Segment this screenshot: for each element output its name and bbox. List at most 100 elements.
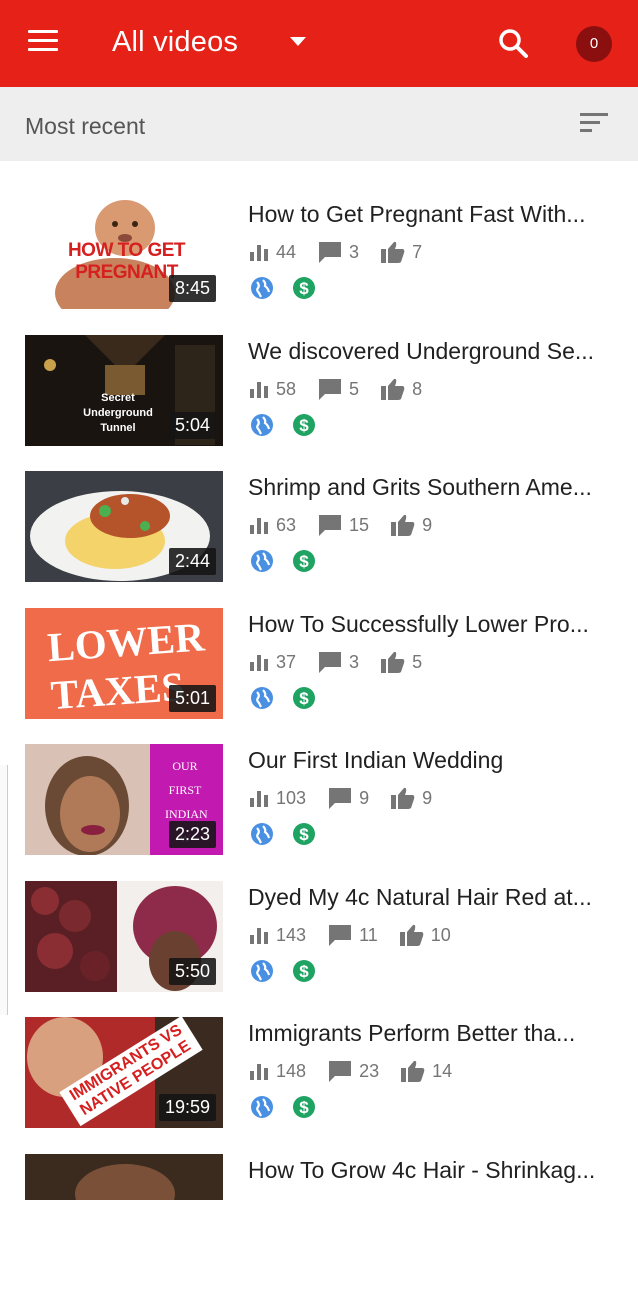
likes-count: 10 xyxy=(430,924,451,945)
video-title[interactable]: How To Successfully Lower Pro... xyxy=(248,611,618,638)
comment-bubble-icon xyxy=(329,788,352,809)
comments-stat: 3 xyxy=(317,650,359,674)
video-duration: 5:01 xyxy=(168,685,216,712)
video-badges: $ xyxy=(250,549,330,573)
likes-stat: 10 xyxy=(399,923,451,947)
comments-count: 15 xyxy=(349,514,370,535)
video-badges: $ xyxy=(250,413,330,437)
video-list-item[interactable]: 2:44 Shrimp and Grits Southern Ame... 63… xyxy=(0,471,638,607)
video-stats: 143 11 10 xyxy=(248,923,467,947)
bar-chart-icon xyxy=(250,1064,268,1080)
video-thumbnail[interactable]: OUR FIRST INDIAN W 2:23 xyxy=(25,744,223,855)
likes-stat: 14 xyxy=(400,1059,452,1083)
video-title[interactable]: How to Get Pregnant Fast With... xyxy=(248,201,618,228)
menu-icon[interactable] xyxy=(28,30,58,56)
likes-stat: 7 xyxy=(380,240,422,264)
comments-stat: 23 xyxy=(327,1059,379,1083)
video-list-item[interactable]: IMMIGRANTS VS NATIVE PEOPLE 19:59 Immigr… xyxy=(0,1017,638,1153)
video-thumbnail[interactable]: 2:44 xyxy=(25,471,223,582)
video-title[interactable]: Immigrants Perform Better tha... xyxy=(248,1020,618,1047)
comments-stat: 15 xyxy=(317,513,369,537)
video-stats: 44 3 7 xyxy=(248,240,438,264)
views-count: 143 xyxy=(276,924,307,945)
video-thumbnail[interactable]: HOW TO GET PREGNANT 8:45 xyxy=(25,198,223,309)
globe-icon xyxy=(251,960,273,982)
video-list-item[interactable]: OUR FIRST INDIAN W 2:23 Our First Indian… xyxy=(0,744,638,880)
video-thumbnail[interactable]: 5:50 xyxy=(25,881,223,992)
video-duration: 5:50 xyxy=(168,958,216,985)
video-list-item[interactable]: 5:50 Dyed My 4c Natural Hair Red at... 1… xyxy=(0,881,638,1017)
dollar-icon: $ xyxy=(293,960,316,982)
svg-text:$: $ xyxy=(300,825,310,844)
svg-text:$: $ xyxy=(300,279,310,298)
dollar-icon: $ xyxy=(293,550,316,572)
video-duration: 2:23 xyxy=(168,821,216,848)
video-thumbnail[interactable] xyxy=(25,1154,223,1200)
video-title[interactable]: Shrimp and Grits Southern Ame... xyxy=(248,474,618,501)
chevron-down-icon[interactable] xyxy=(286,30,310,54)
page-title[interactable]: All videos xyxy=(112,26,238,59)
sort-icon[interactable] xyxy=(578,110,610,139)
dollar-icon: $ xyxy=(293,823,316,845)
search-icon[interactable] xyxy=(496,26,530,60)
dollar-icon: $ xyxy=(293,277,316,299)
globe-icon xyxy=(251,1096,273,1118)
video-thumbnail[interactable]: Secret Underground Tunnel 5:04 xyxy=(25,335,223,446)
video-stats: 103 9 9 xyxy=(248,786,448,810)
video-badges: $ xyxy=(250,276,330,300)
sort-label: Most recent xyxy=(25,113,146,139)
likes-stat: 5 xyxy=(380,650,422,674)
svg-text:$: $ xyxy=(300,962,310,981)
thumbnail-caption: Secret Underground Tunnel xyxy=(83,392,153,434)
app-bar: All videos 0 xyxy=(0,0,638,87)
comment-bubble-icon xyxy=(319,379,342,400)
bar-chart-icon xyxy=(250,791,268,807)
thumbs-up-icon xyxy=(381,241,405,263)
video-title[interactable]: How To Grow 4c Hair - Shrinkag... xyxy=(248,1157,618,1184)
globe-icon xyxy=(251,277,273,299)
likes-count: 7 xyxy=(412,241,423,262)
video-list-item[interactable]: How To Grow 4c Hair - Shrinkag... xyxy=(0,1154,638,1290)
video-stats: 148 23 14 xyxy=(248,1059,468,1083)
thumbs-up-icon xyxy=(391,787,415,809)
video-list-item[interactable]: LOWER TAXES 5:01 How To Successfully Low… xyxy=(0,608,638,744)
video-badges: $ xyxy=(250,686,330,710)
views-stat: 143 xyxy=(248,925,306,946)
comments-count: 11 xyxy=(359,924,378,945)
globe-icon xyxy=(251,823,273,845)
views-count: 37 xyxy=(276,651,297,672)
notification-count-badge[interactable]: 0 xyxy=(576,26,612,62)
video-duration: 5:04 xyxy=(168,412,216,439)
video-title[interactable]: Our First Indian Wedding xyxy=(248,747,618,774)
video-duration: 2:44 xyxy=(168,548,216,575)
likes-stat: 9 xyxy=(390,513,432,537)
comments-count: 3 xyxy=(349,651,360,672)
comments-count: 9 xyxy=(359,787,370,808)
bar-chart-icon xyxy=(250,518,268,534)
thumbs-up-icon xyxy=(401,1060,425,1082)
svg-text:$: $ xyxy=(300,552,310,571)
video-title[interactable]: Dyed My 4c Natural Hair Red at... xyxy=(248,884,618,911)
video-title[interactable]: We discovered Underground Se... xyxy=(248,338,618,365)
likes-count: 14 xyxy=(432,1060,453,1081)
video-thumbnail[interactable]: LOWER TAXES 5:01 xyxy=(25,608,223,719)
dollar-icon: $ xyxy=(293,687,316,709)
likes-count: 9 xyxy=(422,787,433,808)
video-list-item[interactable]: Secret Underground Tunnel 5:04 We discov… xyxy=(0,335,638,471)
globe-icon xyxy=(251,687,273,709)
video-list-item[interactable]: HOW TO GET PREGNANT 8:45 How to Get Preg… xyxy=(0,198,638,334)
video-stats: 63 15 9 xyxy=(248,513,448,537)
video-thumbnail[interactable]: IMMIGRANTS VS NATIVE PEOPLE 19:59 xyxy=(25,1017,223,1128)
video-badges: $ xyxy=(250,822,330,846)
svg-text:$: $ xyxy=(300,416,310,435)
likes-count: 9 xyxy=(422,514,433,535)
video-duration: 19:59 xyxy=(158,1094,216,1121)
comments-stat: 9 xyxy=(327,786,369,810)
likes-count: 8 xyxy=(412,378,423,399)
video-stats: 37 3 5 xyxy=(248,650,438,674)
views-stat: 37 xyxy=(248,652,296,673)
views-stat: 44 xyxy=(248,242,296,263)
thumbs-up-icon xyxy=(391,514,415,536)
likes-stat: 9 xyxy=(390,786,432,810)
comment-bubble-icon xyxy=(319,515,342,536)
